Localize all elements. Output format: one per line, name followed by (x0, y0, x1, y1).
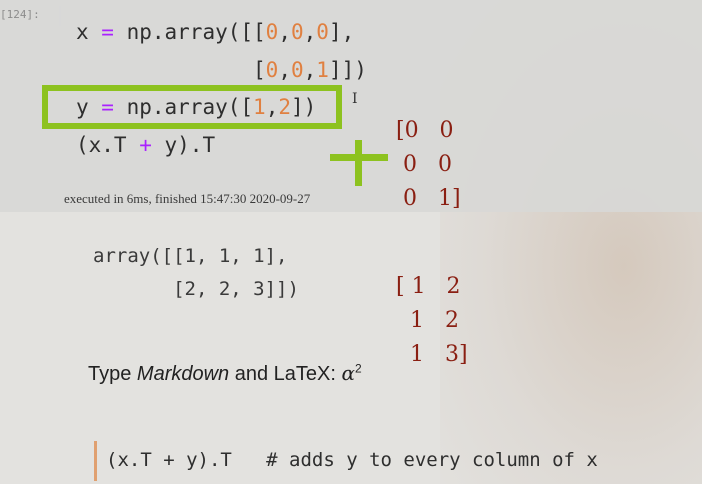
matrix-x-row: 0 0 (396, 152, 452, 177)
edit-cell-code[interactable]: (x.T + y).T # adds y to every column of … (106, 449, 598, 471)
matrix-x-annotation: [0 0 0 0 0 1] (396, 114, 461, 216)
matrix-y-row: 1 2 (396, 308, 459, 333)
execution-status: executed in 6ms, finished 15:47:30 2020-… (64, 191, 311, 206)
markdown-cell[interactable]: Type Markdown and LaTeX: α2 (88, 361, 362, 386)
code-line-2[interactable]: [0,0,1]]) (76, 56, 367, 84)
output-line-2: [2, 2, 3]]) (93, 278, 299, 300)
matrix-y-row: 1 3] (396, 342, 468, 367)
plus-annotation-vertical (355, 140, 362, 186)
matrix-x-row: [0 0 (396, 118, 454, 143)
code-line-4[interactable]: (x.T + y).T (76, 131, 215, 159)
highlight-box (42, 85, 342, 129)
cell-prompt: [124]: (0, 8, 40, 21)
text-cursor-icon: I (352, 91, 358, 107)
edit-cell-bar (94, 441, 97, 481)
matrix-y-annotation: [ 1 2 1 2 1 3] (396, 270, 468, 372)
code-line-1[interactable]: x = np.array([[0,0,0], (76, 18, 354, 46)
output-line-1: array([[1, 1, 1], (93, 245, 288, 267)
matrix-y-row: [ 1 2 (396, 274, 461, 299)
matrix-x-row: 0 1] (396, 186, 461, 211)
cell-prompt-bar (59, 6, 61, 26)
